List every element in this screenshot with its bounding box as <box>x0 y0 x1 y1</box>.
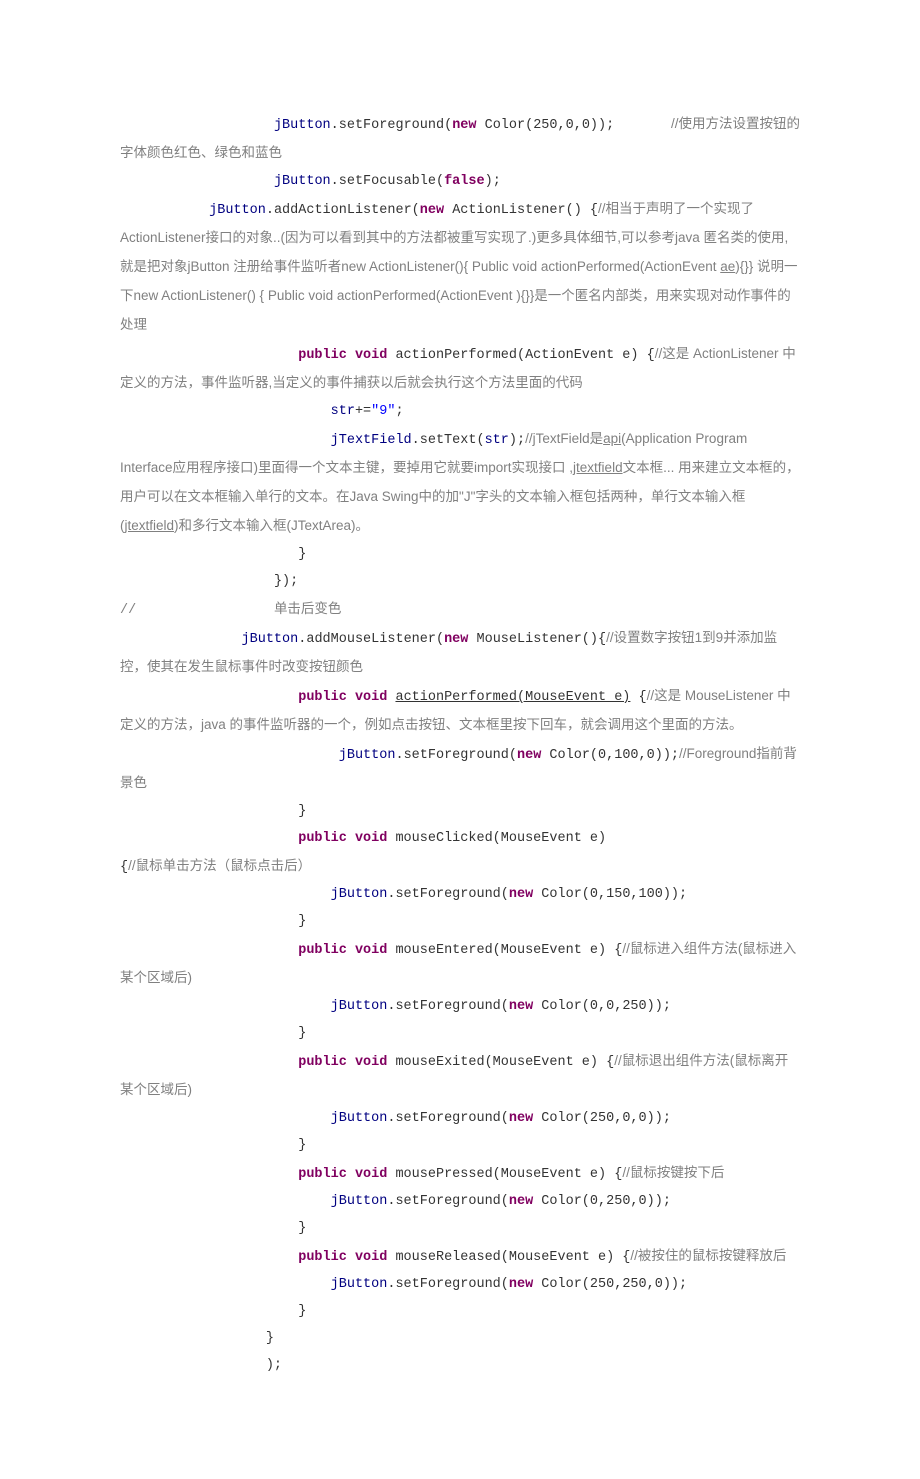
code-line: public void mouseClicked(MouseEvent e) {… <box>120 825 800 881</box>
code-line: }); <box>120 568 800 595</box>
code-line: } <box>120 1132 800 1159</box>
code-line: jTextField.setText(str);//jTextField是api… <box>120 425 800 541</box>
code-line: public void mouseEntered(MouseEvent e) {… <box>120 935 800 993</box>
code-line: jButton.addActionListener(new ActionList… <box>120 195 800 340</box>
code-line: jButton.addMouseListener(new MouseListen… <box>120 624 800 682</box>
code-line: public void mouseReleased(MouseEvent e) … <box>120 1242 800 1271</box>
code-line: ); <box>120 1352 800 1379</box>
code-line: public void actionPerformed(ActionEvent … <box>120 340 800 398</box>
code-line: } <box>120 1325 800 1352</box>
code-line: jButton.setForeground(new Color(0,100,0)… <box>120 740 800 798</box>
code-line: } <box>120 1020 800 1047</box>
code-line: jButton.setFocusable(false); <box>120 168 800 195</box>
code-line: jButton.setForeground(new Color(250,0,0)… <box>120 110 800 168</box>
code-line: public void actionPerformed(MouseEvent e… <box>120 682 800 740</box>
code-line: } <box>120 1215 800 1242</box>
code-line: public void mouseExited(MouseEvent e) {/… <box>120 1047 800 1105</box>
code-line: } <box>120 798 800 825</box>
code-line: jButton.setForeground(new Color(250,250,… <box>120 1271 800 1298</box>
code-line: // 单击后变色 <box>120 595 800 624</box>
code-line: public void mousePressed(MouseEvent e) {… <box>120 1159 800 1188</box>
code-document: jButton.setForeground(new Color(250,0,0)… <box>0 0 920 1479</box>
code-line: } <box>120 541 800 568</box>
code-line: jButton.setForeground(new Color(0,150,10… <box>120 881 800 908</box>
code-line: jButton.setForeground(new Color(0,0,250)… <box>120 993 800 1020</box>
code-line: jButton.setForeground(new Color(0,250,0)… <box>120 1188 800 1215</box>
code-line: jButton.setForeground(new Color(250,0,0)… <box>120 1105 800 1132</box>
code-line: } <box>120 908 800 935</box>
code-line: } <box>120 1298 800 1325</box>
code-line: str+="9"; <box>120 398 800 425</box>
